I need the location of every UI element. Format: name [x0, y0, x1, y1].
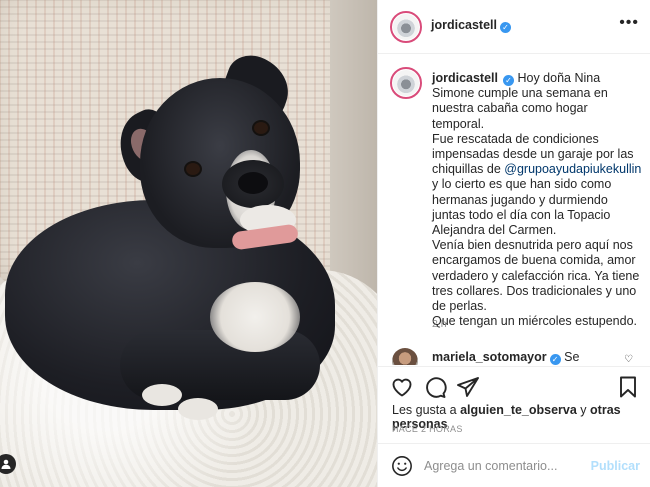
share-icon[interactable]: [456, 375, 480, 399]
comment-text: mariela_sotomayor ✓ Se: [432, 350, 579, 365]
header-username[interactable]: jordicastell ✓: [431, 18, 511, 33]
caption-line: Venía bien desnutrida pero aquí nos enca…: [432, 238, 640, 314]
avatar[interactable]: [390, 11, 422, 43]
puppy-paw: [178, 398, 218, 420]
puppy-nose: [238, 172, 268, 194]
comment-input[interactable]: [424, 456, 594, 476]
comment-avatar[interactable]: [392, 348, 418, 365]
add-comment-bar: Publicar: [378, 443, 650, 487]
caption-line: Que tengan un miércoles estupendo.: [432, 314, 637, 329]
caption-username[interactable]: jordicastell: [432, 71, 498, 85]
verified-badge-icon: ✓: [503, 75, 514, 86]
mention-link[interactable]: @grupoayudapiukekullin: [504, 162, 641, 176]
bookmark-icon[interactable]: [616, 375, 640, 399]
puppy-chest: [210, 282, 300, 352]
caption-avatar[interactable]: [390, 67, 422, 99]
puppy-eye-right: [254, 122, 268, 134]
background-wall: [330, 0, 377, 300]
liker-username[interactable]: alguien_te_observa: [460, 403, 577, 417]
verified-badge-icon: ✓: [549, 354, 561, 365]
more-options-icon[interactable]: •••: [619, 14, 639, 32]
publish-button[interactable]: Publicar: [591, 459, 640, 473]
post-header: jordicastell ✓ •••: [378, 0, 650, 54]
post-side-panel: jordicastell ✓ ••• jordicastell ✓ Hoy doña…: [377, 0, 650, 487]
puppy-paw: [142, 384, 182, 406]
emoji-icon[interactable]: [391, 455, 413, 477]
post-photo[interactable]: [0, 0, 377, 487]
action-bar: [378, 366, 650, 408]
comment-username[interactable]: mariela_sotomayor: [432, 350, 547, 364]
caption-text: jordicastell ✓ Hoy doña Nina Simone cumpl…: [432, 71, 642, 329]
comment-body: Se: [564, 350, 580, 364]
verified-badge-icon: ✓: [500, 22, 511, 33]
post-timestamp[interactable]: HACE 2 HORAS: [392, 424, 463, 434]
comment-row: mariela_sotomayor ✓ Se ♡: [378, 343, 650, 365]
caption-section: jordicastell ✓ Hoy doña Nina Simone cumpl…: [378, 55, 650, 340]
puppy-eye-left: [186, 163, 200, 175]
comment-like-icon[interactable]: ♡: [624, 354, 633, 365]
comment-icon[interactable]: [423, 375, 447, 399]
caption-time[interactable]: 2 h: [432, 318, 447, 330]
heart-icon[interactable]: [390, 375, 414, 399]
caption-line: y lo cierto es que han sido como hermana…: [432, 177, 612, 238]
